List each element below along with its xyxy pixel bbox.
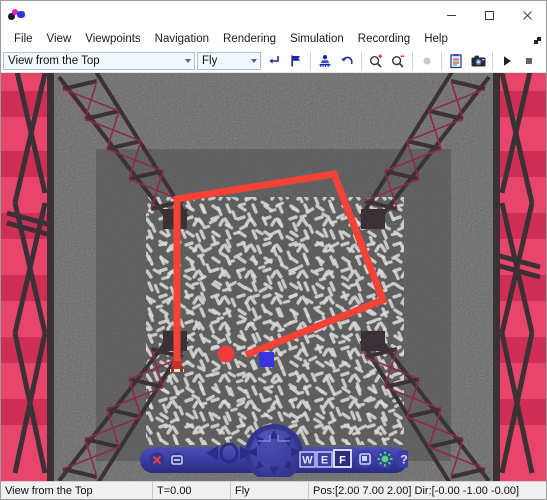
blue-square-marker [259,352,274,367]
nav-world-button: W [298,451,316,468]
toolbar-separator [310,51,311,70]
scene-render [1,73,546,481]
menu-file[interactable]: File [7,30,40,48]
webots-main-window: File View Viewpoints Navigation Renderin… [0,0,547,500]
menu-rendering[interactable]: Rendering [216,30,283,48]
svg-text:?: ? [400,453,407,467]
webots-logo-icon [5,2,31,28]
status-position: Pos:[2.00 7.00 2.00] Dir:[-0.00 -1.00 -0… [313,484,520,497]
red-circle-marker [217,345,235,363]
menu-navigation[interactable]: Navigation [148,30,216,48]
menu-view[interactable]: View [40,30,79,48]
close-icon[interactable] [508,1,546,29]
console-button[interactable] [445,51,467,71]
menu-recording[interactable]: Recording [351,30,417,48]
toolbar-separator [412,51,413,70]
robot-marker [170,361,184,372]
navigation-panel-graphics: W E F ? [139,424,408,477]
chevron-down-icon [251,58,257,63]
menu-bar: File View Viewpoints Navigation Renderin… [1,29,546,49]
arena-wall-right [493,73,546,481]
nav-close-button [149,452,164,468]
maximize-icon[interactable] [470,1,508,29]
toolbar-separator [361,51,362,70]
svg-text:W: W [302,455,313,467]
stop-button[interactable] [518,51,540,71]
navigation-panel[interactable]: W E F ? [139,424,408,477]
nav-frame-button: F [332,449,352,468]
nav-collapse-button [169,452,184,468]
menu-overflow-icon[interactable] [533,33,543,44]
minimize-icon[interactable] [432,1,470,29]
menu-help[interactable]: Help [417,30,455,48]
viewpoint-combo-value: View from the Top [8,54,100,67]
viewpoint-combo[interactable]: View from the Top [3,51,195,70]
svg-text:F: F [339,455,346,467]
status-bar: View from the Top T=0.00 Fly Pos:[2.00 7… [1,481,546,499]
toolbar-separator [492,51,493,70]
nav-eye-button: E [315,451,333,468]
zoom-in-button[interactable] [365,51,387,71]
record-button[interactable] [416,51,438,71]
add-object-button[interactable] [314,51,336,71]
set-viewpoint-button[interactable] [285,51,307,71]
status-time: T=0.00 [153,482,231,499]
screenshot-button[interactable] [467,51,489,71]
menu-simulation[interactable]: Simulation [283,30,351,48]
nav-light-button [375,450,394,468]
toolbar: View from the Top Fly [1,49,546,73]
title-bar [1,1,546,29]
undo-button[interactable] [336,51,358,71]
status-mode: Fly [231,482,309,499]
play-button[interactable] [496,51,518,71]
toolbar-separator [441,51,442,70]
simulation-3d-view[interactable]: W E F ? [1,73,546,481]
navigation-mode-value: Fly [202,54,218,67]
menu-viewpoints[interactable]: Viewpoints [78,30,147,48]
arena-wall-left [1,73,54,481]
navigation-mode-combo[interactable]: Fly [197,51,261,70]
svg-text:E: E [320,455,327,467]
window-controls [432,1,546,29]
nav-screenshot-button [355,450,374,468]
chevron-down-icon [185,58,191,63]
reset-viewpoint-button[interactable] [263,51,285,71]
status-viewpoint: View from the Top [1,482,153,499]
zoom-out-button[interactable] [387,51,409,71]
